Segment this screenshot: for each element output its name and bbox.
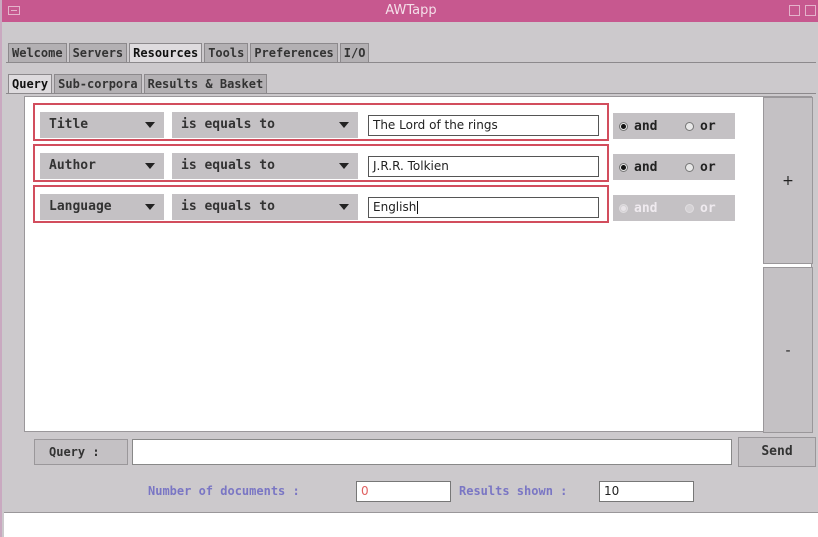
results-shown-field[interactable]: 10 bbox=[599, 481, 694, 502]
radio-selected-icon bbox=[619, 204, 628, 213]
tab-welcome[interactable]: Welcome bbox=[8, 43, 67, 62]
operator-select[interactable]: is equals to bbox=[172, 153, 358, 179]
app-window: AWTapp Welcome Servers Resources Tools P… bbox=[0, 0, 818, 537]
or-radio: or bbox=[685, 201, 716, 216]
title-bar: AWTapp bbox=[2, 0, 818, 22]
field-select[interactable]: Author bbox=[40, 153, 164, 179]
remove-criterion-button[interactable]: - bbox=[763, 267, 813, 433]
radio-empty-icon bbox=[685, 163, 694, 172]
chevron-down-icon bbox=[339, 204, 349, 210]
tab-sub-corpora[interactable]: Sub-corpora bbox=[54, 74, 142, 93]
connector-radio-group: and or bbox=[613, 113, 735, 139]
maximize-icon[interactable] bbox=[805, 5, 816, 16]
sub-tabs: Query Sub-corpora Results & Basket bbox=[8, 74, 269, 93]
radio-empty-icon bbox=[685, 204, 694, 213]
or-radio[interactable]: or bbox=[685, 160, 716, 175]
send-button[interactable]: Send bbox=[738, 437, 816, 467]
criterion-row: Author is equals to J.R.R. Tolkien bbox=[33, 144, 609, 182]
query-label: Query : bbox=[34, 439, 128, 465]
main-tabs: Welcome Servers Resources Tools Preferen… bbox=[8, 43, 371, 62]
or-radio[interactable]: or bbox=[685, 119, 716, 134]
chevron-down-icon bbox=[339, 163, 349, 169]
and-radio[interactable]: and bbox=[619, 160, 657, 175]
field-select[interactable]: Title bbox=[40, 112, 164, 138]
radio-empty-icon bbox=[685, 122, 694, 131]
criterion-row: Language is equals to English bbox=[33, 185, 609, 223]
chevron-down-icon bbox=[145, 163, 155, 169]
radio-selected-icon bbox=[619, 163, 628, 172]
query-input[interactable] bbox=[132, 439, 732, 465]
criterion-row: Title is equals to The Lord of the rings bbox=[33, 103, 609, 141]
chevron-down-icon bbox=[339, 122, 349, 128]
query-panel: Title is equals to The Lord of the rings… bbox=[24, 96, 813, 433]
value-input[interactable]: English bbox=[368, 197, 599, 218]
chevron-down-icon bbox=[145, 204, 155, 210]
status-bar bbox=[4, 512, 818, 537]
add-criterion-button[interactable]: + bbox=[763, 97, 813, 264]
tab-preferences[interactable]: Preferences bbox=[250, 43, 338, 62]
connector-radio-group: and or bbox=[613, 195, 735, 221]
tab-io[interactable]: I/O bbox=[339, 43, 370, 62]
and-radio[interactable]: and bbox=[619, 119, 657, 134]
operator-select[interactable]: is equals to bbox=[172, 194, 358, 220]
value-input[interactable]: J.R.R. Tolkien bbox=[368, 156, 599, 177]
value-input[interactable]: The Lord of the rings bbox=[368, 115, 599, 136]
and-radio: and bbox=[619, 201, 657, 216]
tab-results-basket[interactable]: Results & Basket bbox=[143, 74, 268, 93]
tab-divider bbox=[6, 62, 816, 63]
operator-select[interactable]: is equals to bbox=[172, 112, 358, 138]
document-count-field: 0 bbox=[356, 481, 451, 502]
window-title: AWTapp bbox=[385, 3, 437, 18]
tab-query[interactable]: Query bbox=[8, 74, 53, 93]
tab-servers[interactable]: Servers bbox=[68, 43, 128, 62]
connector-radio-group: and or bbox=[613, 154, 735, 180]
chevron-down-icon bbox=[145, 122, 155, 128]
tab-tools[interactable]: Tools bbox=[204, 43, 249, 62]
field-select[interactable]: Language bbox=[40, 194, 164, 220]
minimize-icon[interactable] bbox=[789, 5, 800, 16]
tab-resources[interactable]: Resources bbox=[129, 43, 203, 62]
text-cursor bbox=[417, 201, 419, 214]
subtab-divider bbox=[6, 93, 816, 94]
document-count-label: Number of documents : bbox=[148, 484, 300, 498]
results-shown-label: Results shown : bbox=[459, 484, 568, 498]
radio-selected-icon bbox=[619, 122, 628, 131]
